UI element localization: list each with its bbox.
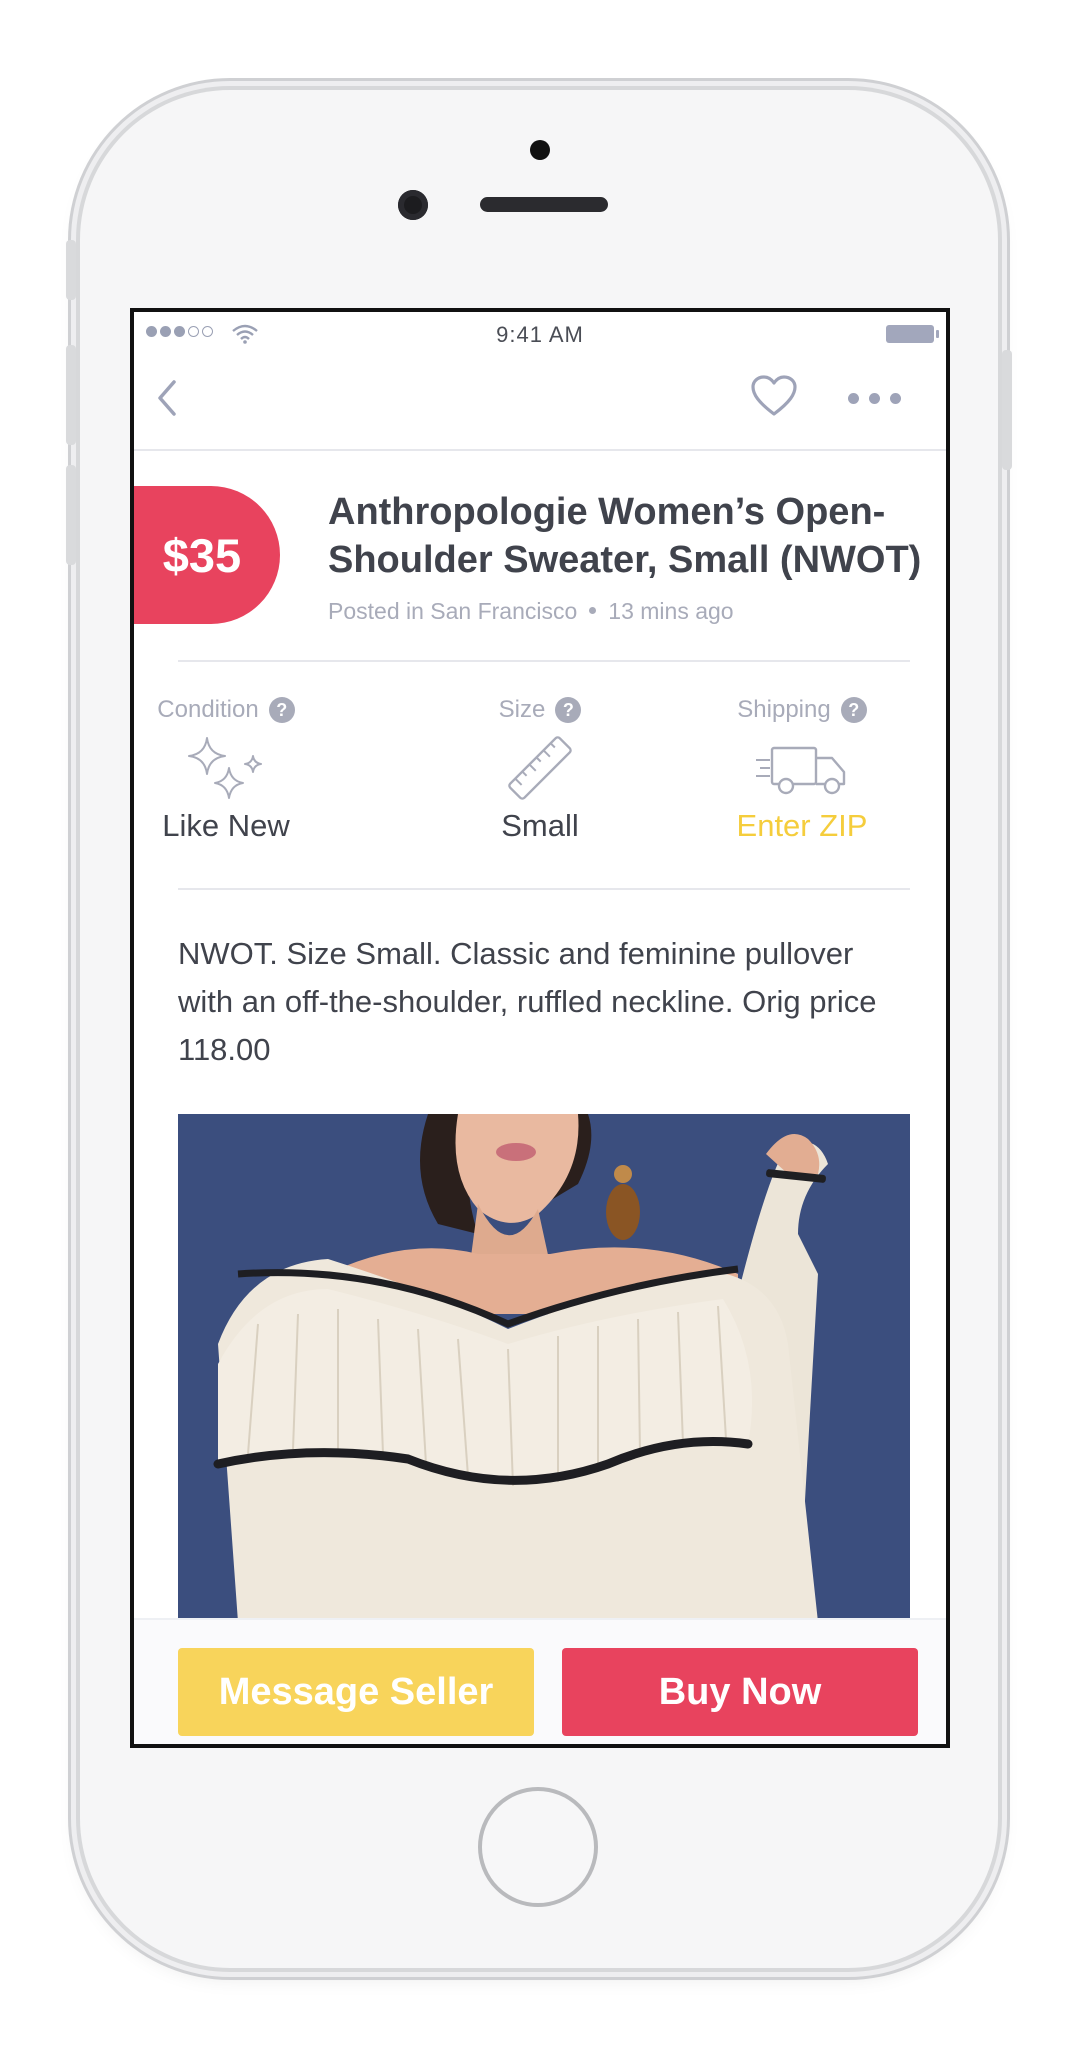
size-value: Small [501, 808, 579, 843]
listing-description: NWOT. Size Small. Classic and feminine p… [178, 936, 877, 1067]
status-bar: 9:41 AM [134, 312, 946, 348]
listing-title: Anthropologie Women’s Open-Shoulder Swea… [328, 491, 922, 581]
app-screen: 9:41 AM $35 Anthropologie Women’s Open-S… [130, 308, 950, 1748]
message-seller-button[interactable]: Message Seller [178, 1648, 534, 1736]
size-help-icon[interactable]: ? [555, 697, 582, 723]
separator-dot [589, 607, 597, 615]
divider-top [178, 660, 910, 662]
more-options-icon[interactable] [848, 388, 908, 408]
product-photo-illustration [178, 1114, 910, 1622]
back-chevron-icon[interactable] [152, 378, 184, 418]
posted-time: 13 mins ago [608, 598, 734, 624]
shipping-zip-link[interactable]: Enter ZIP [672, 808, 932, 844]
listing-meta: Posted in San Francisco 13 mins ago [328, 598, 734, 625]
earpiece-speaker [480, 197, 608, 212]
power-button [1002, 350, 1012, 470]
condition-label: Condition [157, 696, 259, 723]
nav-bar [134, 348, 946, 451]
attribute-size: Size ? Small [410, 696, 670, 844]
attribute-shipping: Shipping ? Enter ZIP [672, 696, 932, 844]
battery-icon [886, 325, 939, 343]
sparkle-icon [188, 737, 262, 799]
proximity-sensor [530, 140, 550, 160]
ruler-icon [508, 736, 572, 800]
condition-help-icon[interactable]: ? [268, 697, 295, 723]
home-button[interactable] [478, 1787, 598, 1907]
volume-down-button [66, 465, 76, 565]
divider-bottom [178, 888, 910, 890]
truck-icon [756, 746, 846, 795]
silent-switch [66, 240, 76, 300]
shipping-label: Shipping [737, 696, 831, 723]
status-time: 9:41 AM [496, 322, 584, 347]
heart-icon[interactable] [750, 374, 798, 418]
condition-value: Like New [162, 808, 290, 843]
volume-up-button [66, 345, 76, 445]
size-label: Size [498, 696, 546, 723]
buy-now-button[interactable]: Buy Now [562, 1648, 918, 1736]
action-bar: Message Seller Buy Now [134, 1618, 946, 1744]
attribute-condition: Condition ? Like New [134, 696, 356, 844]
shipping-help-icon[interactable]: ? [840, 697, 867, 723]
price-badge: $35 [134, 486, 280, 624]
product-photo[interactable] [178, 1114, 910, 1622]
posted-location: Posted in San Francisco [328, 598, 578, 624]
front-camera [398, 190, 428, 220]
